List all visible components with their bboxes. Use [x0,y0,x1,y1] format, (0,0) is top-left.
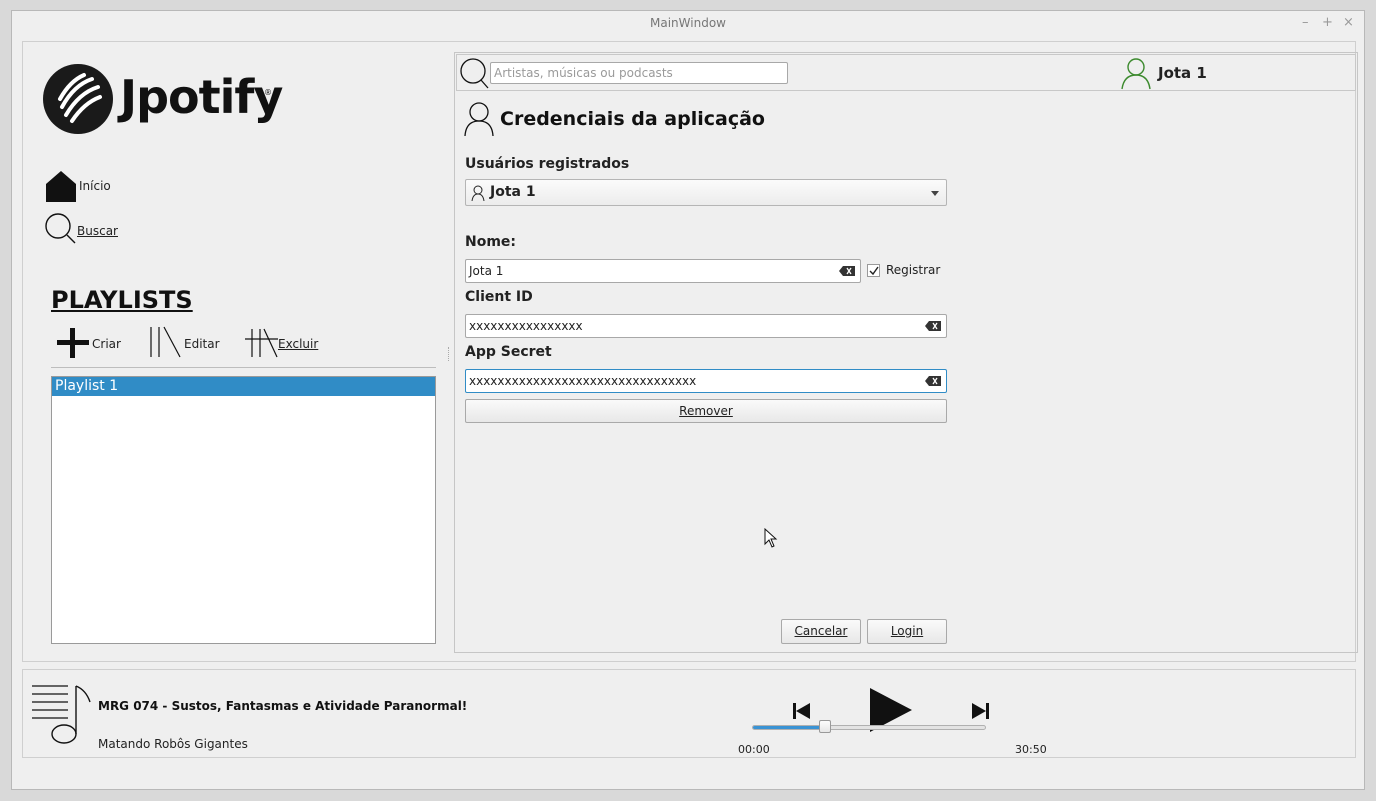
clear-icon[interactable] [925,376,941,386]
music-note-icon [32,685,91,744]
total-duration: 30:50 [1015,743,1047,756]
clear-icon[interactable] [925,321,941,331]
edit-icon [150,326,181,358]
track-artist: Matando Robôs Gigantes [98,737,248,751]
registered-users-select[interactable]: Jota 1 [465,179,947,206]
jpotify-logo-icon [43,64,113,134]
delete-playlist-button[interactable]: Excluir [244,325,329,359]
create-label: Criar [92,337,121,351]
registered-users-label: Usuários registrados [465,156,630,172]
delete-icon [245,328,278,358]
page-title: Credenciais da aplicação [500,108,765,130]
progress-handle[interactable] [818,720,831,733]
name-label: Nome: [465,234,517,250]
minimize-button[interactable]: – [1302,15,1309,30]
check-icon [869,266,879,276]
home-label: Início [79,179,111,193]
selected-user: Jota 1 [490,184,536,200]
client-id-value: xxxxxxxxxxxxxxxx [469,319,583,333]
chevron-down-icon [931,191,939,196]
top-search-bar: Jota 1 [456,54,1356,91]
nav-home[interactable]: Início [44,169,124,205]
previous-icon[interactable] [793,703,811,719]
checkbox-box [867,264,880,277]
search-icon [45,213,76,244]
playlist-list[interactable]: Playlist 1 [51,376,436,644]
register-label: Registrar [886,263,941,277]
nav-search[interactable]: Buscar [44,212,134,248]
progress-slider[interactable] [752,720,986,733]
search-input[interactable] [490,62,788,84]
plus-icon [57,328,89,358]
remove-button[interactable]: Remover [465,399,947,423]
user-icon [471,185,485,201]
app-secret-value: xxxxxxxxxxxxxxxxxxxxxxxxxxxxxxxx [469,374,697,388]
cancel-button[interactable]: Cancelar [781,619,861,644]
elapsed-time: 00:00 [738,743,770,756]
main-content: Jpotify ® Início Buscar PLAYLISTS Criar [22,41,1358,662]
delete-label: Excluir [278,337,319,351]
main-window: MainWindow – + × Jpotify ® Início Buscar [11,10,1365,790]
edit-label: Editar [184,337,220,351]
register-checkbox[interactable]: Registrar [867,263,947,279]
user-icon[interactable] [1120,56,1152,90]
credentials-panel: Jota 1 Credenciais da aplicação Usuários… [454,52,1358,653]
user-icon [464,102,494,137]
home-icon [46,171,76,202]
playlists-heading: PLAYLISTS [51,286,193,314]
splitter-handle[interactable] [448,347,451,361]
edit-playlist-button[interactable]: Editar [148,325,228,359]
client-id-field[interactable]: xxxxxxxxxxxxxxxx [465,314,947,338]
current-user-name[interactable]: Jota 1 [1158,64,1207,82]
track-title: MRG 074 - Sustos, Fantasmas e Atividade … [98,699,468,713]
search-icon [460,58,489,89]
name-value: Jota 1 [469,264,504,278]
name-field[interactable]: Jota 1 [465,259,861,283]
playlists-divider [51,367,436,368]
client-id-label: Client ID [465,289,533,305]
playlist-item[interactable]: Playlist 1 [52,377,435,396]
window-title: MainWindow [650,16,726,30]
app-secret-label: App Secret [465,344,552,360]
app-secret-field[interactable]: xxxxxxxxxxxxxxxxxxxxxxxxxxxxxxxx [465,369,947,393]
maximize-button[interactable]: + [1322,15,1333,30]
registered-mark: ® [264,88,272,97]
title-bar: MainWindow [12,11,1364,36]
progress-fill [753,726,825,729]
login-button[interactable]: Login [867,619,947,644]
player-bar: MRG 074 - Sustos, Fantasmas e Atividade … [22,669,1356,758]
brand-name: Jpotify [120,70,283,124]
cursor-icon [764,528,778,548]
clear-icon[interactable] [839,266,855,276]
next-icon[interactable] [971,703,989,719]
search-label: Buscar [77,224,118,238]
close-button[interactable]: × [1343,15,1354,30]
create-playlist-button[interactable]: Criar [56,327,122,359]
